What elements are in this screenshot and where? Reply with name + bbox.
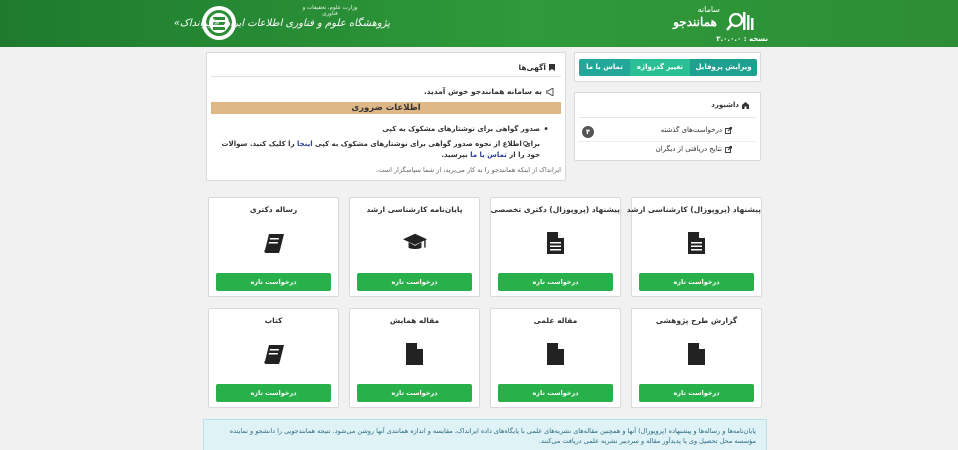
edit-profile-button[interactable]: ویرایش پروفایل: [690, 59, 757, 76]
card-title: کتاب: [264, 316, 283, 325]
card-title: مقاله همایش: [389, 316, 440, 325]
top-header: وزارت علوم، تحقیقات و فناوری پژوهشگاه عل…: [0, 0, 958, 47]
book-icon: [262, 231, 286, 255]
file-icon: [544, 231, 568, 255]
dashboard-title: داشبورد: [711, 101, 739, 109]
new-request-button[interactable]: درخواست تازه: [498, 384, 613, 402]
announcements-panel: آگهی‌ها به سامانه همانندجو خوش آمدید. اط…: [206, 52, 566, 181]
new-request-button[interactable]: درخواست تازه: [216, 384, 331, 402]
divider: [579, 141, 756, 142]
card-ms-thesis: پایان‌نامه کارشناسی ارشد درخواست تازه: [349, 197, 480, 297]
dashboard-header: داشبورد: [711, 101, 749, 109]
external-link-icon: [725, 126, 732, 134]
announcements-header: آگهی‌ها: [518, 63, 555, 72]
info-note: پایان‌نامه‌ها و رساله‌ها و پیشنهاده (پرو…: [203, 419, 767, 450]
system-name: همانندجو: [673, 15, 717, 29]
new-request-button[interactable]: درخواست تازه: [639, 273, 754, 291]
here-link[interactable]: اینجا: [297, 140, 313, 148]
contact-us-button[interactable]: تماس با ما: [579, 59, 630, 76]
dashboard-icon: [742, 101, 749, 109]
card-phd-dissertation: رساله دکتری درخواست تازه: [208, 197, 339, 297]
new-request-button[interactable]: درخواست تازه: [216, 273, 331, 291]
file-icon: [544, 342, 568, 366]
contact-us-link[interactable]: تماس با ما: [470, 151, 507, 159]
file-icon: [403, 342, 427, 366]
thanks-footer: ایرانداک از اینکه همانندجو را به کار می‌…: [376, 166, 561, 174]
hamanandjoo-logo-icon: [726, 12, 754, 31]
megaphone-icon: [546, 87, 554, 96]
card-title: مقاله علمی: [533, 316, 578, 325]
external-link-icon: [725, 145, 732, 153]
welcome-message: به سامانه همانندجو خوش آمدید.: [423, 87, 542, 96]
card-title: پیشنهاد (پروپوزال) کارشناسی ارشد: [626, 205, 761, 214]
card-title: گزارش طرح پژوهشی: [655, 316, 738, 325]
book-icon: [262, 342, 286, 366]
certificate-bullet-text: برای اطلاع از نحوه صدور گواهی برای نوشتا…: [221, 140, 541, 159]
announcements-title: آگهی‌ها: [518, 63, 547, 72]
card-title: رساله دکتری: [249, 205, 298, 214]
card-ms-proposal: پیشنهاد (پروپوزال) کارشناسی ارشد درخواست…: [626, 197, 762, 297]
card-phd-proposal: پیشنهاد (پروپوزال) دکتری تخصصی درخواست ت…: [490, 197, 621, 297]
new-request-button[interactable]: درخواست تازه: [357, 384, 472, 402]
welcome-row: به سامانه همانندجو خوش آمدید.: [424, 87, 555, 96]
organization-title: پژوهشگاه علوم و فناوری اطلاعات ایران «ای…: [173, 18, 390, 29]
divider: [579, 117, 756, 118]
card-book: کتاب درخواست تازه: [208, 308, 339, 408]
system-label: سامانه: [697, 5, 720, 14]
graduation-cap-icon: [402, 231, 427, 255]
received-results-link[interactable]: نتایج دریافتی از دیگران: [656, 145, 732, 153]
dashboard-panel: داشبورد درخواست‌های گذشته ۴ نتایج دریافت…: [574, 92, 761, 161]
file-icon: [685, 231, 709, 255]
card-journal-article: مقاله علمی درخواست تازه: [490, 308, 621, 408]
version-label: نسخه : ۳.۰.۰.۰: [716, 35, 768, 43]
divider: [211, 76, 561, 77]
card-research-report: گزارش طرح پژوهشی درخواست تازه: [631, 308, 762, 408]
past-requests-label: درخواست‌های گذشته: [660, 126, 722, 134]
new-request-button[interactable]: درخواست تازه: [357, 273, 472, 291]
card-conference-paper: مقاله همایش درخواست تازه: [349, 308, 480, 408]
bookmark-icon: [549, 64, 555, 71]
file-icon: [685, 342, 709, 366]
received-results-label: نتایج دریافتی از دیگران: [655, 145, 722, 153]
new-request-button[interactable]: درخواست تازه: [639, 384, 754, 402]
important-info-banner: اطلاعات ضروری: [211, 102, 561, 114]
bullet-dot: •: [543, 124, 549, 135]
certificate-bullet-title: صدور گواهی برای نوشتارهای مشکوک به کپی: [382, 125, 540, 133]
past-requests-link[interactable]: درخواست‌های گذشته: [661, 126, 732, 134]
change-password-button[interactable]: تغییر گذرواژه: [630, 59, 690, 76]
past-requests-count-badge: ۴: [582, 126, 594, 138]
card-title: پایان‌نامه کارشناسی ارشد: [366, 205, 463, 214]
new-request-button[interactable]: درخواست تازه: [498, 273, 613, 291]
card-title: پیشنهاد (پروپوزال) دکتری تخصصی: [490, 205, 620, 214]
account-tabs-panel: ویرایش پروفایل تغییر گذرواژه تماس با ما: [574, 52, 761, 82]
